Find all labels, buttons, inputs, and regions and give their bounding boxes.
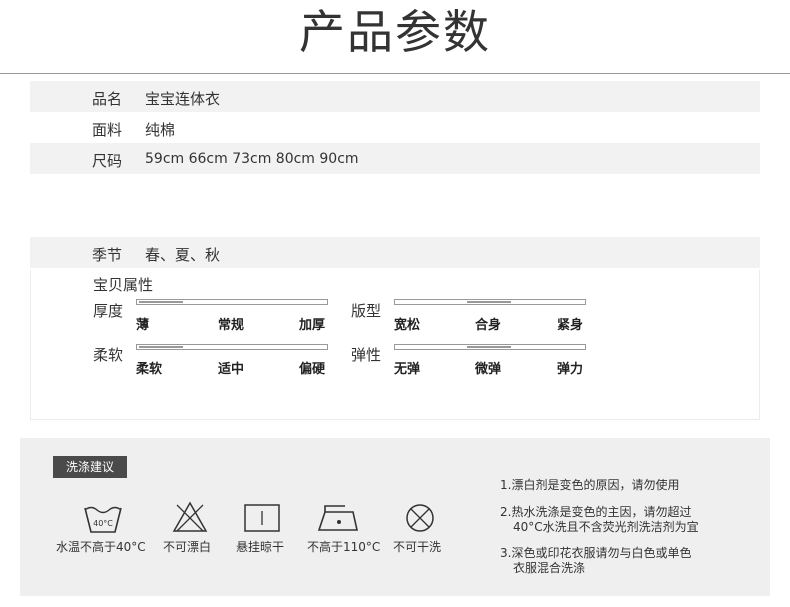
iron-110c-icon	[317, 505, 358, 531]
thickness-scale	[136, 299, 328, 305]
no-bleach-icon	[172, 501, 208, 532]
attribute-panel-title: 宝贝属性	[93, 276, 154, 294]
thickness-option: 加厚	[299, 318, 326, 333]
thickness-label: 厚度	[93, 302, 124, 320]
thickness-option: 薄	[136, 318, 150, 333]
param-row-empty	[30, 174, 760, 237]
softness-scale	[136, 344, 328, 350]
fit-option: 合身	[475, 318, 502, 333]
care-tip-line: 衣服混合洗涤	[513, 561, 586, 575]
param-label: 季节	[92, 246, 123, 264]
page-title: 产品参数	[299, 5, 491, 59]
param-value: 春、夏、秋	[145, 246, 221, 264]
care-tip-line: 3.深色或印花衣服请勿与白色或单色	[500, 546, 692, 560]
param-label: 尺码	[92, 152, 123, 170]
param-label: 面料	[92, 121, 123, 139]
softness-label: 柔软	[93, 346, 124, 364]
fit-option: 紧身	[557, 318, 584, 333]
care-tip-line: 2.热水洗涤是变色的主因，请勿超过	[500, 505, 692, 519]
care-caption: 水温不高于40°C	[56, 540, 146, 554]
care-caption: 不可漂白	[163, 540, 212, 554]
softness-indicator	[139, 346, 183, 348]
care-tip: 2.热水洗涤是变色的主因，请勿超过 40°C水洗且不含荧光剂洗洁剂为宜	[500, 505, 699, 535]
care-tip: 3.深色或印花衣服请勿与白色或单色 衣服混合洗涤	[500, 546, 691, 576]
fit-scale	[394, 299, 586, 305]
elasticity-scale	[394, 344, 586, 350]
param-row-size: 尺码 59cm 66cm 73cm 80cm 90cm	[30, 143, 760, 174]
elasticity-label: 弹性	[351, 346, 382, 364]
thickness-option: 常规	[218, 318, 245, 333]
param-row-season: 季节 春、夏、秋	[30, 237, 760, 268]
care-caption: 不可干洗	[393, 540, 442, 554]
softness-option: 柔软	[136, 362, 163, 377]
softness-option: 偏硬	[299, 362, 326, 377]
wash-temp-text: 40°C	[93, 519, 113, 528]
elasticity-option: 微弹	[475, 362, 502, 377]
title-divider	[0, 73, 790, 74]
care-tip: 1.漂白剂是变色的原因，请勿使用	[500, 478, 679, 493]
elasticity-option: 弹力	[557, 362, 584, 377]
param-label: 品名	[92, 90, 123, 108]
care-badge: 洗涤建议	[53, 456, 127, 478]
thickness-indicator	[139, 301, 183, 303]
care-tip-line: 40°C水洗且不含荧光剂洗洁剂为宜	[513, 520, 699, 534]
param-value: 宝宝连体衣	[145, 90, 221, 108]
fit-option: 宽松	[394, 318, 421, 333]
elasticity-indicator	[467, 346, 511, 348]
care-caption: 悬挂晾干	[236, 540, 285, 554]
elasticity-option: 无弹	[394, 362, 421, 377]
softness-option: 适中	[218, 362, 245, 377]
attribute-panel: 宝贝属性 厚度 薄 常规 加厚 版型 宽松 合身 紧身 柔软 柔软 适中 偏硬 …	[30, 270, 760, 420]
hang-dry-icon	[244, 504, 280, 532]
fit-indicator	[467, 301, 511, 303]
param-value: 59cm 66cm 73cm 80cm 90cm	[145, 151, 359, 167]
wash-40c-icon: 40°C	[84, 506, 122, 533]
fit-label: 版型	[351, 302, 382, 320]
care-caption: 不高于110°C	[307, 540, 381, 554]
param-value: 纯棉	[145, 121, 176, 139]
param-row-name: 品名 宝宝连体衣	[30, 81, 760, 112]
care-section: 洗涤建议 40°C 水温不高于40°C 不可漂白 悬挂晾干 不高于110°C 不…	[20, 438, 770, 596]
care-tip-line: 1.漂白剂是变色的原因，请勿使用	[500, 478, 680, 492]
param-row-fabric: 面料 纯棉	[30, 112, 760, 143]
no-dry-clean-icon	[406, 504, 434, 532]
